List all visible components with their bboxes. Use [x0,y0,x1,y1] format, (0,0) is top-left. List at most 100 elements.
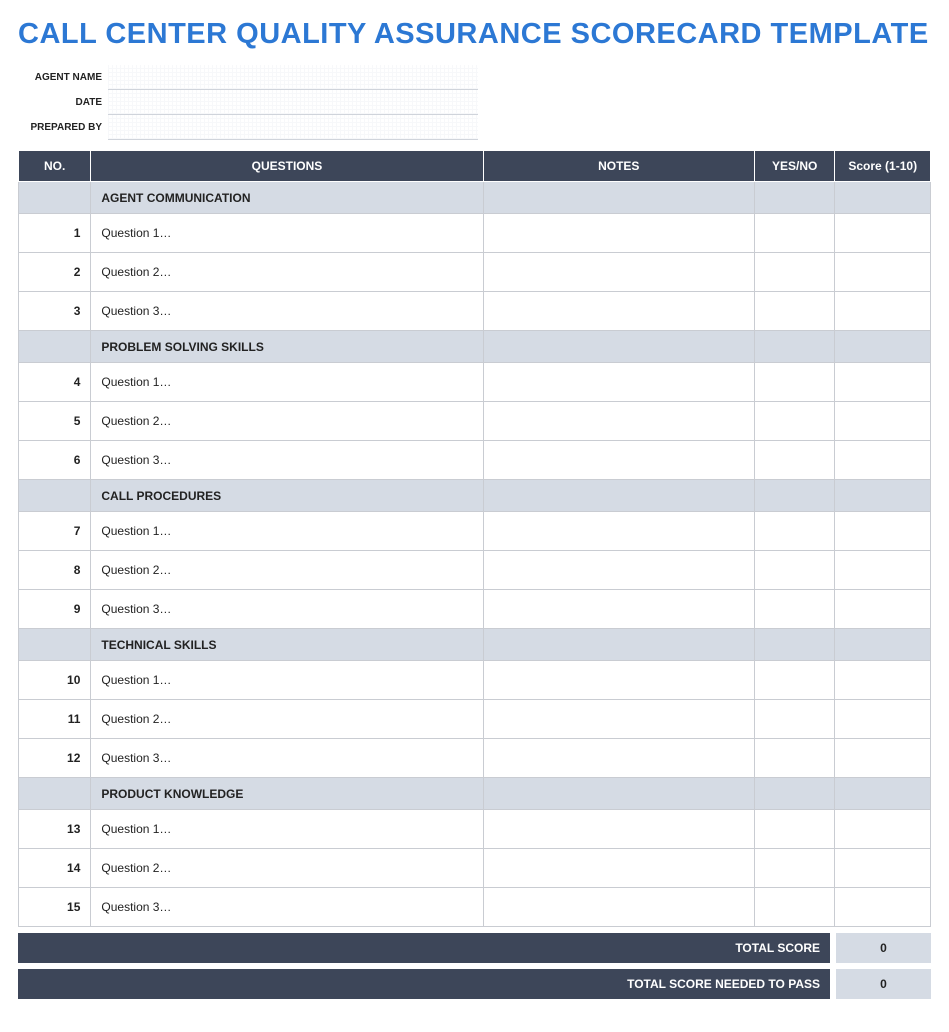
yesno-cell[interactable] [755,441,835,480]
row-number: 2 [19,253,91,292]
yesno-cell[interactable] [755,551,835,590]
yesno-cell[interactable] [755,214,835,253]
question-cell[interactable]: Question 1… [91,363,483,402]
row-number: 7 [19,512,91,551]
question-cell[interactable]: Question 1… [91,512,483,551]
notes-cell[interactable] [483,441,754,480]
yesno-cell[interactable] [755,888,835,927]
notes-cell[interactable] [483,888,754,927]
question-cell[interactable]: Question 3… [91,590,483,629]
table-header-row: NO. QUESTIONS NOTES YES/NO Score (1-10) [19,151,931,182]
table-row: 5Question 2… [19,402,931,441]
yesno-cell[interactable] [755,661,835,700]
question-cell[interactable]: Question 2… [91,402,483,441]
section-yesno-cell [755,331,835,363]
total-score-value: 0 [836,933,931,963]
notes-cell[interactable] [483,590,754,629]
section-notes-cell [483,480,754,512]
row-number: 12 [19,739,91,778]
pass-score-label: TOTAL SCORE NEEDED TO PASS [18,969,830,999]
yesno-cell[interactable] [755,849,835,888]
score-cell[interactable] [835,739,931,778]
table-row: 3Question 3… [19,292,931,331]
question-cell[interactable]: Question 3… [91,888,483,927]
section-title-cell: CALL PROCEDURES [91,480,483,512]
score-cell[interactable] [835,888,931,927]
score-cell[interactable] [835,512,931,551]
row-number: 1 [19,214,91,253]
section-notes-cell [483,629,754,661]
score-cell[interactable] [835,849,931,888]
table-row: 9Question 3… [19,590,931,629]
question-cell[interactable]: Question 1… [91,661,483,700]
table-row: 2Question 2… [19,253,931,292]
section-no-cell [19,331,91,363]
notes-cell[interactable] [483,363,754,402]
score-cell[interactable] [835,810,931,849]
question-cell[interactable]: Question 3… [91,739,483,778]
score-cell[interactable] [835,700,931,739]
yesno-cell[interactable] [755,402,835,441]
score-cell[interactable] [835,590,931,629]
table-row: 1Question 1… [19,214,931,253]
total-score-row: TOTAL SCORE 0 [18,933,931,963]
section-header-row: CALL PROCEDURES [19,480,931,512]
question-cell[interactable]: Question 2… [91,253,483,292]
row-number: 14 [19,849,91,888]
section-yesno-cell [755,480,835,512]
agent-name-input[interactable] [108,65,478,90]
notes-cell[interactable] [483,739,754,778]
score-cell[interactable] [835,551,931,590]
yesno-cell[interactable] [755,739,835,778]
prepared-by-input[interactable] [108,115,478,140]
yesno-cell[interactable] [755,512,835,551]
question-cell[interactable]: Question 1… [91,214,483,253]
notes-cell[interactable] [483,700,754,739]
notes-cell[interactable] [483,402,754,441]
section-title-cell: AGENT COMMUNICATION [91,182,483,214]
yesno-cell[interactable] [755,700,835,739]
score-cell[interactable] [835,402,931,441]
notes-cell[interactable] [483,214,754,253]
score-cell[interactable] [835,292,931,331]
question-cell[interactable]: Question 1… [91,810,483,849]
notes-cell[interactable] [483,253,754,292]
table-row: 4Question 1… [19,363,931,402]
question-cell[interactable]: Question 2… [91,849,483,888]
yesno-cell[interactable] [755,292,835,331]
section-yesno-cell [755,629,835,661]
question-cell[interactable]: Question 2… [91,551,483,590]
section-notes-cell [483,331,754,363]
table-row: 13Question 1… [19,810,931,849]
score-cell[interactable] [835,253,931,292]
date-input[interactable] [108,90,478,115]
score-cell[interactable] [835,441,931,480]
score-cell[interactable] [835,363,931,402]
col-header-questions: QUESTIONS [91,151,483,182]
table-row: 7Question 1… [19,512,931,551]
notes-cell[interactable] [483,661,754,700]
notes-cell[interactable] [483,292,754,331]
row-number: 9 [19,590,91,629]
row-number: 3 [19,292,91,331]
yesno-cell[interactable] [755,253,835,292]
score-cell[interactable] [835,214,931,253]
question-cell[interactable]: Question 3… [91,292,483,331]
question-cell[interactable]: Question 3… [91,441,483,480]
col-header-yesno: YES/NO [755,151,835,182]
yesno-cell[interactable] [755,590,835,629]
notes-cell[interactable] [483,551,754,590]
pass-score-value: 0 [836,969,931,999]
col-header-score: Score (1-10) [835,151,931,182]
notes-cell[interactable] [483,512,754,551]
col-header-notes: NOTES [483,151,754,182]
notes-cell[interactable] [483,810,754,849]
row-number: 11 [19,700,91,739]
notes-cell[interactable] [483,849,754,888]
score-cell[interactable] [835,661,931,700]
question-cell[interactable]: Question 2… [91,700,483,739]
yesno-cell[interactable] [755,363,835,402]
table-row: 14Question 2… [19,849,931,888]
scorecard-table: NO. QUESTIONS NOTES YES/NO Score (1-10) … [18,150,931,927]
yesno-cell[interactable] [755,810,835,849]
